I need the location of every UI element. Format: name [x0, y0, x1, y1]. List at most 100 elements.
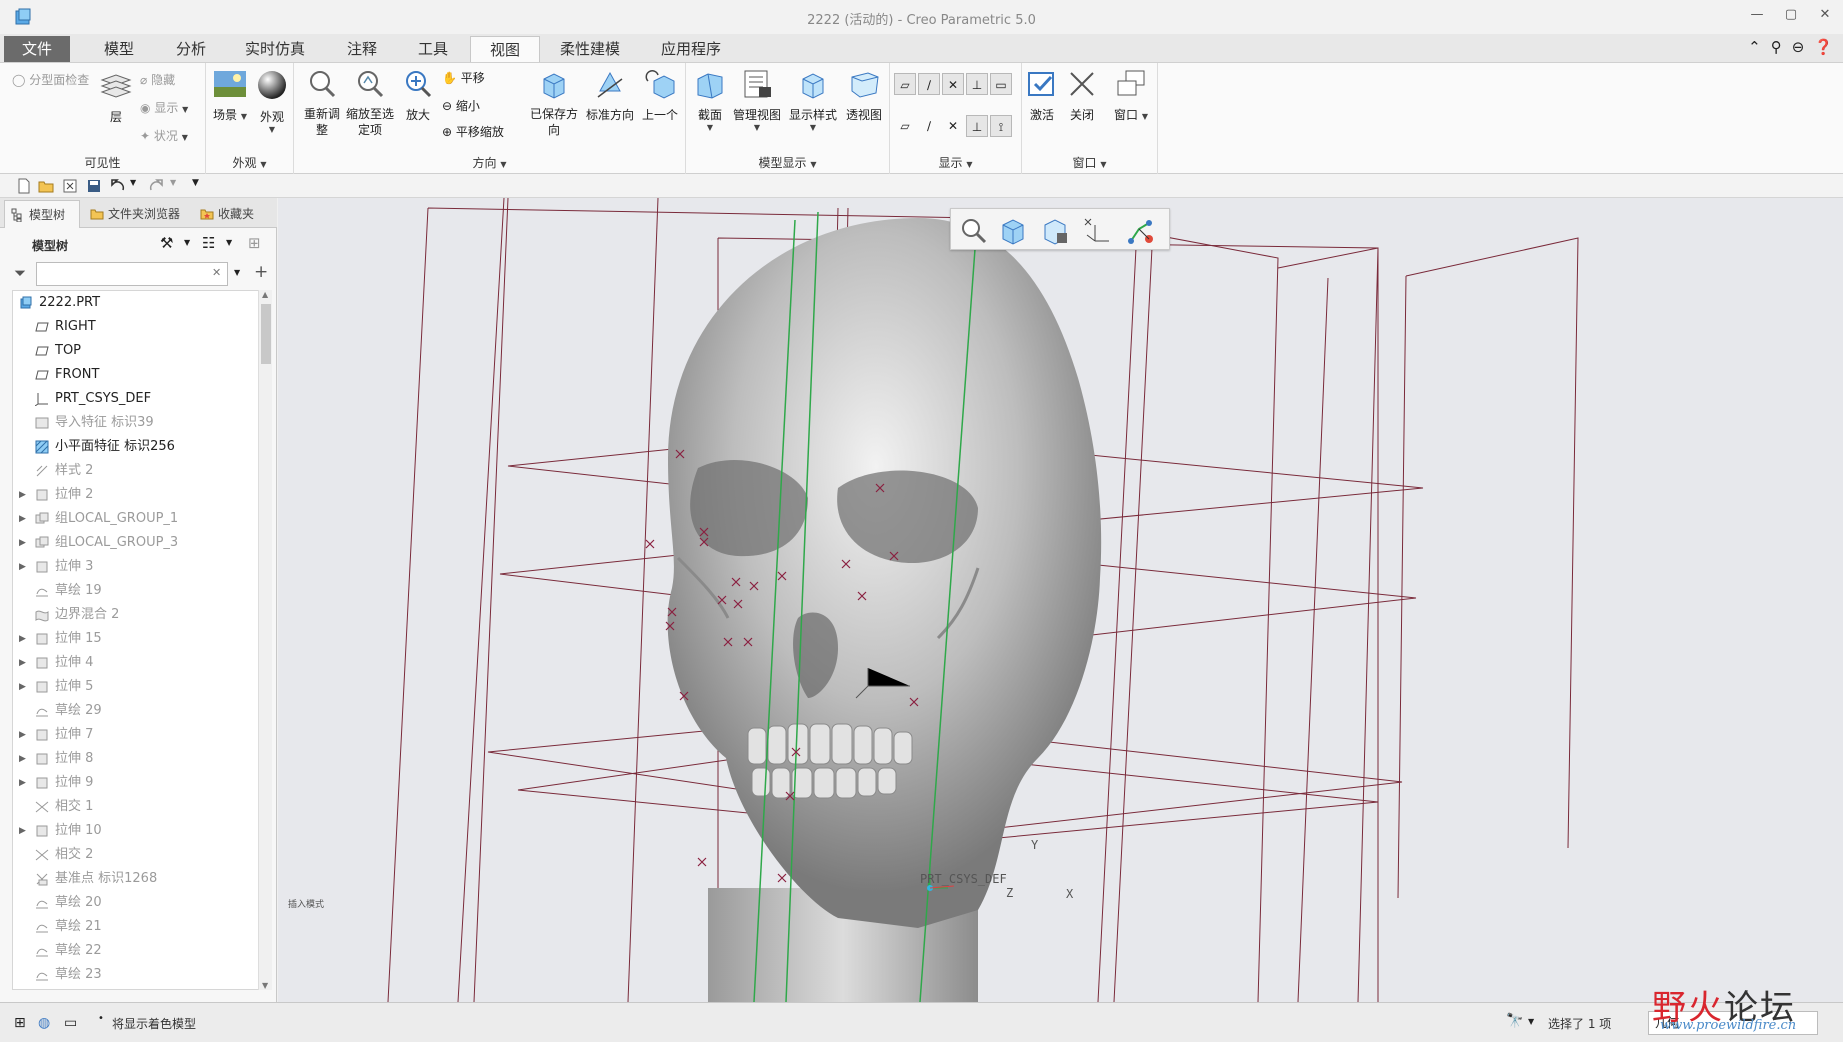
tree-scrollbar[interactable]: ▲ ▼: [258, 290, 272, 990]
tree-item[interactable]: 边界混合 2: [13, 603, 259, 627]
group-label-orientation[interactable]: 方向 ▼: [294, 154, 685, 171]
search-options-dropdown-icon[interactable]: ▼: [234, 268, 240, 277]
close-file-icon[interactable]: [62, 178, 78, 194]
expand-icon[interactable]: ▶: [19, 675, 26, 699]
tab-applications[interactable]: 应用程序: [650, 36, 732, 62]
undo-icon[interactable]: [110, 178, 126, 194]
redo-dropdown-icon[interactable]: ▼: [170, 178, 176, 187]
undo-dropdown-icon[interactable]: ▼: [130, 178, 136, 187]
find-icon[interactable]: 🔭: [1506, 1013, 1523, 1029]
tree-item[interactable]: 相交 2: [13, 843, 259, 867]
clear-search-icon[interactable]: ✕: [212, 266, 221, 279]
refit-button[interactable]: 重新调整: [300, 69, 344, 138]
tree-item[interactable]: 草绘 21: [13, 915, 259, 939]
tree-columns-dropdown-icon[interactable]: ▼: [226, 238, 232, 247]
tree-settings-icon[interactable]: ⚒: [160, 234, 173, 252]
expand-icon[interactable]: ▶: [19, 747, 26, 771]
manage-views-button[interactable]: 管理视图 ▼: [730, 69, 784, 132]
tree-settings-dropdown-icon[interactable]: ▼: [184, 238, 190, 247]
tree-item[interactable]: ▶ 拉伸 7: [13, 723, 259, 747]
tab-annotate[interactable]: 注释: [330, 36, 394, 62]
display-style-view-icon[interactable]: [1039, 215, 1071, 245]
datum-display-filters-icon[interactable]: [1081, 215, 1113, 245]
appearance-button[interactable]: 外观 ▼: [252, 69, 292, 134]
tree-item[interactable]: ▶ 拉伸 2: [13, 483, 259, 507]
model-viewport[interactable]: [278, 198, 1843, 1002]
tree-item[interactable]: ▶ 拉伸 8: [13, 747, 259, 771]
tree-item[interactable]: TOP: [13, 339, 259, 363]
tab-model[interactable]: 模型: [80, 36, 158, 62]
tab-simulation[interactable]: 实时仿真: [232, 36, 318, 62]
browser-toggle-icon[interactable]: ◍: [38, 1015, 50, 1031]
tree-item[interactable]: 基准点 标识1268: [13, 867, 259, 891]
section-button[interactable]: 截面 ▼: [690, 69, 730, 132]
tab-file[interactable]: 文件: [4, 36, 70, 62]
expand-icon[interactable]: ▶: [19, 627, 26, 651]
axis-tag-icon[interactable]: ∕: [918, 115, 940, 137]
perspective-button[interactable]: 透视图: [842, 69, 886, 123]
group-label-model-display[interactable]: 模型显示 ▼: [686, 154, 889, 171]
tab-tools[interactable]: 工具: [400, 36, 466, 62]
close-icon[interactable]: ✕: [1817, 6, 1833, 24]
tree-item[interactable]: ▶ 拉伸 9: [13, 771, 259, 795]
csys-display-icon[interactable]: ⊥: [966, 73, 988, 95]
redo-icon[interactable]: [148, 178, 164, 194]
spin-center-icon[interactable]: ⟟: [990, 115, 1012, 137]
layer-check-button[interactable]: ◯ 分型面检查: [12, 71, 89, 88]
minimize-icon[interactable]: —: [1749, 6, 1765, 24]
tree-columns-icon[interactable]: ☷: [202, 234, 215, 252]
refit-view-icon[interactable]: [957, 215, 989, 245]
settings-icon[interactable]: ⊖: [1792, 38, 1805, 56]
customize-qat-icon[interactable]: ▼: [192, 178, 199, 188]
tree-item[interactable]: 2222.PRT: [13, 291, 259, 315]
tree-item[interactable]: 草绘 22: [13, 939, 259, 963]
tree-item[interactable]: 草绘 19: [13, 579, 259, 603]
plane-tag-icon[interactable]: ▱: [894, 115, 916, 137]
tree-item[interactable]: ▶ 拉伸 3: [13, 555, 259, 579]
expand-icon[interactable]: ▶: [19, 483, 26, 507]
zoom-to-selected-button[interactable]: 缩放至选定项: [344, 69, 396, 138]
open-folder-icon[interactable]: [38, 178, 54, 194]
activate-button[interactable]: 激活: [1022, 69, 1062, 123]
zoom-out-button[interactable]: ⊖ 缩小: [442, 97, 480, 114]
group-label-window[interactable]: 窗口 ▼: [1022, 154, 1157, 171]
group-label-appearance[interactable]: 外观 ▼: [206, 154, 293, 171]
scroll-down-icon[interactable]: ▼: [262, 981, 268, 990]
axis-display-icon[interactable]: ∕: [918, 73, 940, 95]
status-button[interactable]: ✦ 状况 ▼: [140, 127, 188, 144]
expand-icon[interactable]: ▶: [19, 531, 26, 555]
spin-center-view-icon[interactable]: [1123, 215, 1155, 245]
zoom-in-button[interactable]: 放大: [398, 69, 438, 123]
filter-icon[interactable]: ⏷: [14, 264, 26, 282]
tree-item[interactable]: FRONT: [13, 363, 259, 387]
tree-item[interactable]: RIGHT: [13, 315, 259, 339]
tree-item[interactable]: 样式 2: [13, 459, 259, 483]
tab-flexible-modeling[interactable]: 柔性建模: [550, 36, 630, 62]
save-icon[interactable]: [86, 178, 102, 194]
fullscreen-icon[interactable]: ▭: [64, 1015, 77, 1031]
tree-item[interactable]: 草绘 23: [13, 963, 259, 987]
scroll-thumb[interactable]: [261, 304, 271, 364]
skull-model[interactable]: [667, 218, 1102, 1002]
search-icon[interactable]: ⚲: [1771, 38, 1782, 56]
tree-item[interactable]: 草绘 29: [13, 699, 259, 723]
maximize-icon[interactable]: ▢: [1783, 6, 1799, 24]
collapse-ribbon-icon[interactable]: ⌃: [1748, 38, 1761, 56]
expand-icon[interactable]: ▶: [19, 771, 26, 795]
expand-icon[interactable]: ▶: [19, 819, 26, 843]
scroll-up-icon[interactable]: ▲: [262, 290, 268, 299]
standard-orientation-button[interactable]: 标准方向: [584, 69, 636, 123]
tab-model-tree[interactable]: 模型树: [4, 200, 80, 228]
expand-icon[interactable]: ▶: [19, 555, 26, 579]
group-label-show[interactable]: 显示 ▼: [890, 154, 1021, 171]
tab-analysis[interactable]: 分析: [160, 36, 222, 62]
plane-tag-display-icon[interactable]: ▭: [990, 73, 1012, 95]
graphics-window[interactable]: PRT_CSYS_DEF Y X Z: [278, 198, 1843, 1002]
previous-orientation-button[interactable]: 上一个: [638, 69, 682, 123]
expand-icon[interactable]: ▶: [19, 651, 26, 675]
tree-search-input[interactable]: [36, 262, 228, 286]
tree-item[interactable]: ▶ 拉伸 10: [13, 819, 259, 843]
tree-item[interactable]: PRT_CSYS_DEF: [13, 387, 259, 411]
show-button[interactable]: ◉ 显示 ▼: [140, 99, 188, 116]
pan-zoom-button[interactable]: ⊕ 平移缩放: [442, 123, 504, 140]
